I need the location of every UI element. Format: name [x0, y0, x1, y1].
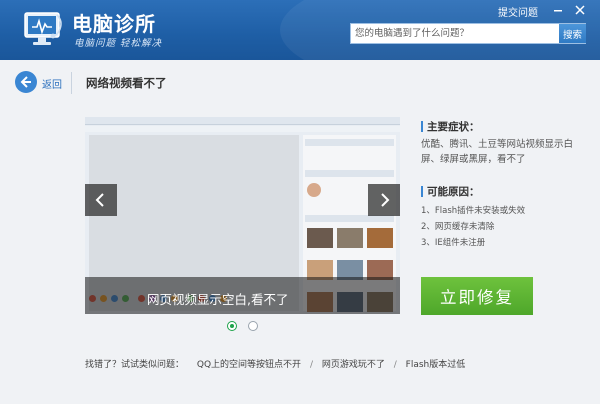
- chevron-right-icon: [381, 193, 390, 207]
- close-icon[interactable]: [572, 3, 588, 17]
- chevron-left-icon: [95, 193, 104, 207]
- back-button[interactable]: [15, 71, 37, 93]
- monitor-stethoscope-icon: [24, 12, 62, 45]
- fix-now-button[interactable]: 立即修复: [421, 277, 533, 315]
- similar-issues-prompt: 找错了？试试类似问题：: [85, 360, 185, 370]
- search-button[interactable]: 搜索: [559, 24, 586, 43]
- carousel-next-button[interactable]: [368, 184, 400, 216]
- causes-title: 可能原因：: [427, 186, 480, 198]
- carousel-caption: 网页视频显示空白,看不了: [147, 292, 289, 307]
- title-bar: 电脑诊所 电脑问题 轻松解决 提交问题 搜索: [0, 0, 600, 60]
- symptoms-text: 优酷、腾讯、土豆等网站视频显示白屏、绿屏或黑屏，看不了: [421, 139, 574, 165]
- carousel-prev-button[interactable]: [85, 184, 117, 216]
- carousel-dot-1[interactable]: [227, 321, 237, 331]
- back-label[interactable]: 返回: [42, 76, 62, 91]
- app-title: 电脑诊所: [72, 12, 156, 36]
- search-input[interactable]: [351, 24, 557, 43]
- separator: /: [393, 360, 397, 370]
- nav-divider: [71, 72, 72, 94]
- similar-issue-link[interactable]: QQ上的空间等按钮点不开: [197, 360, 301, 370]
- similar-issues-bar: 找错了？试试类似问题： QQ上的空间等按钮点不开 / 网页游戏玩不了 / Fla…: [85, 357, 465, 370]
- screenshot-carousel: 网页视频显示空白,看不了: [85, 117, 400, 314]
- cause-item: 3、IE组件未注册: [421, 238, 486, 248]
- symptoms-title: 主要症状：: [427, 121, 480, 133]
- app-slogan: 电脑问题 轻松解决: [74, 38, 163, 49]
- search-box: 搜索: [350, 23, 586, 44]
- arrow-left-icon: [20, 76, 31, 88]
- section-marker: [421, 186, 423, 197]
- section-marker: [421, 121, 423, 132]
- cause-item: 2、网页缓存未清除: [421, 222, 495, 232]
- similar-issue-link[interactable]: 网页游戏玩不了: [322, 360, 385, 370]
- feedback-link[interactable]: 提交问题: [498, 4, 538, 19]
- carousel-dot-2[interactable]: [248, 321, 258, 331]
- separator: /: [309, 360, 313, 370]
- page-title: 网络视频看不了: [86, 76, 167, 90]
- cause-item: 1、Flash插件未安装或失效: [421, 206, 526, 216]
- minimize-icon[interactable]: [550, 3, 566, 17]
- similar-issue-link[interactable]: Flash版本过低: [406, 360, 466, 370]
